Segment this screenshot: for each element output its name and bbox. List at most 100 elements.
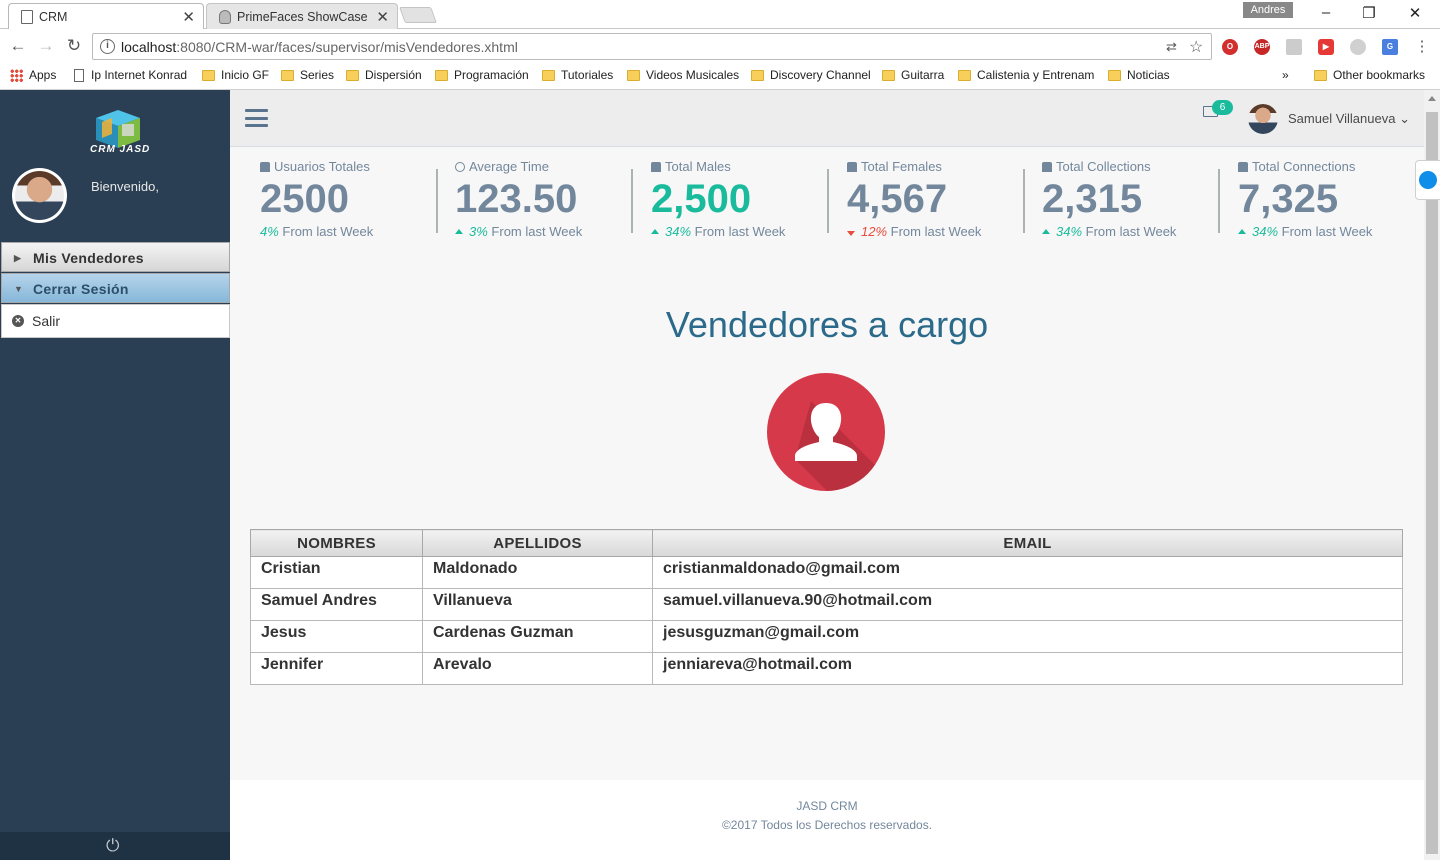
star-icon[interactable]: ☆ [1189, 37, 1203, 57]
profile-badge[interactable]: Andres [1243, 2, 1293, 18]
folder-icon [202, 69, 215, 81]
window-close-icon[interactable]: ✕ [1405, 4, 1425, 22]
stat-value: 4,567 [847, 177, 948, 221]
power-icon[interactable]: ⏻ [106, 836, 119, 856]
stat-value: 2,500 [651, 177, 752, 221]
browser-tab-primefaces[interactable]: PrimeFaces ShowCase ✕ [206, 3, 398, 30]
page-footer: JASD CRM ©2017 Todos los Derechos reserv… [230, 780, 1424, 860]
bookmark-item[interactable]: Noticias [1108, 68, 1170, 82]
opera-extension-icon[interactable]: O [1222, 39, 1238, 55]
cell-nombre: Jennifer [250, 652, 423, 685]
bookmark-item[interactable]: Calistenia y Entrenam [958, 68, 1096, 82]
menu-mis-vendedores[interactable]: ▶ Mis Vendedores [1, 242, 230, 272]
adblock-extension-icon[interactable]: ABP [1254, 39, 1270, 55]
divider [827, 169, 829, 233]
stat-value: 7,325 [1238, 177, 1339, 221]
stat-value: 2,315 [1042, 177, 1143, 221]
bookmarks-bar: Apps Ip Internet Konrad Inicio GF Series… [0, 64, 1440, 90]
table-row[interactable]: Jesus Cardenas Guzman jesusguzman@gmail.… [250, 620, 1403, 653]
scroll-up-icon[interactable] [1428, 96, 1436, 101]
page-scrollbar[interactable] [1424, 90, 1440, 860]
stat-total-males: Total Males 2,500 34% From last Week [651, 159, 847, 239]
menu-item-salir[interactable]: ✕ Salir [1, 304, 230, 338]
bookmark-item[interactable]: Guitarra [882, 68, 944, 82]
browser-tab-strip: CRM ✕ PrimeFaces ShowCase ✕ Andres – ❐ ✕ [0, 0, 1440, 30]
address-bar[interactable]: i localhost:8080/CRM-war/faces/superviso… [92, 33, 1212, 60]
cell-apellido: Arevalo [422, 652, 653, 685]
footer-brand: JASD CRM [796, 799, 858, 813]
new-tab-button[interactable] [399, 7, 437, 23]
browser-tab-crm[interactable]: CRM ✕ [8, 3, 204, 30]
top-nav: 6 Samuel Villanueva ⌄ [230, 90, 1424, 147]
restore-icon[interactable]: ❐ [1359, 4, 1379, 22]
table-row[interactable]: Samuel Andres Villanueva samuel.villanue… [250, 588, 1403, 621]
reload-icon[interactable]: ↻ [64, 36, 84, 56]
bookmark-item[interactable]: Dispersión [346, 68, 422, 82]
cell-email: cristianmaldonado@gmail.com [652, 556, 1403, 589]
google-translate-icon[interactable]: G [1382, 39, 1398, 55]
extension-icon[interactable] [1286, 39, 1302, 55]
vendedores-table: NOMBRES APELLIDOS EMAIL Cristian Maldona… [250, 529, 1403, 685]
user-menu[interactable]: Samuel Villanueva ⌄ [1288, 111, 1410, 127]
notification-badge[interactable]: 6 [1212, 100, 1233, 115]
bookmark-item[interactable]: Programación [435, 68, 529, 82]
stat-average-time: Average Time 123.50 3% From last Week [455, 159, 651, 239]
bookmark-item[interactable]: Discovery Channel [751, 68, 871, 82]
column-header-nombres[interactable]: NOMBRES [250, 529, 423, 557]
tab-title: CRM [39, 10, 68, 24]
stat-change: 3% [469, 224, 488, 239]
bookmark-item[interactable]: Tutoriales [542, 68, 613, 82]
stat-change: 4% [260, 224, 279, 239]
column-header-email[interactable]: EMAIL [652, 529, 1403, 557]
folder-icon [1314, 69, 1327, 81]
stat-value: 123.50 [455, 177, 578, 221]
translate-icon[interactable]: ⇄ [1166, 39, 1177, 55]
close-circle-icon: ✕ [12, 315, 24, 327]
arrow-up-icon [455, 229, 463, 234]
other-bookmarks[interactable]: Other bookmarks [1314, 68, 1425, 82]
user-icon [1042, 162, 1052, 172]
cell-apellido: Cardenas Guzman [422, 620, 653, 653]
minimize-icon[interactable]: – [1316, 4, 1336, 21]
user-avatar[interactable] [1248, 104, 1278, 134]
bookmark-item[interactable]: Videos Musicales [627, 68, 739, 82]
menu-cerrar-sesion[interactable]: ▼ Cerrar Sesión [1, 273, 230, 303]
column-header-apellidos[interactable]: APELLIDOS [422, 529, 653, 557]
folder-icon [627, 69, 640, 81]
folder-icon [542, 69, 555, 81]
bookmark-apps[interactable]: Apps [10, 68, 56, 82]
table-row[interactable]: Jennifer Arevalo jenniareva@hotmail.com [250, 652, 1403, 685]
bookmark-item[interactable]: Inicio GF [202, 68, 269, 82]
folder-icon [958, 69, 971, 81]
info-icon[interactable]: i [100, 39, 115, 54]
hamburger-menu-icon[interactable] [245, 109, 268, 127]
cell-email: samuel.villanueva.90@hotmail.com [652, 588, 1403, 621]
video-extension-icon[interactable]: ▶ [1318, 39, 1334, 55]
extension-gray-icon[interactable] [1350, 39, 1366, 55]
close-icon[interactable]: ✕ [182, 8, 195, 26]
bookmark-item[interactable]: Series [281, 68, 334, 82]
arrow-up-icon [1042, 229, 1050, 234]
logo-text: CRM JASD [90, 144, 151, 155]
cell-email: jesusguzman@gmail.com [652, 620, 1403, 653]
stat-change: 34% [1056, 224, 1083, 239]
stat-total-females: Total Females 4,567 12% From last Week [847, 159, 1043, 239]
stat-change: 12% [861, 224, 888, 239]
forward-icon[interactable]: → [36, 36, 56, 56]
divider [436, 169, 438, 233]
welcome-text: Bienvenido, [91, 179, 159, 194]
stat-change: 34% [665, 224, 692, 239]
apps-icon [10, 68, 23, 82]
clock-icon [455, 162, 465, 172]
bookmarks-overflow-button[interactable]: » [1282, 68, 1289, 82]
stat-value: 2500 [260, 177, 349, 221]
scroll-thumb[interactable] [1426, 112, 1438, 854]
teamviewer-widget[interactable] [1415, 160, 1440, 200]
table-row[interactable]: Cristian Maldonado cristianmaldonado@gma… [250, 556, 1403, 589]
close-icon[interactable]: ✕ [376, 8, 389, 26]
chrome-menu-icon[interactable]: ⋮ [1412, 37, 1432, 55]
sidebar-footer: ⏻ [0, 832, 230, 860]
bookmark-item[interactable]: Ip Internet Konrad [74, 68, 187, 82]
back-icon[interactable]: ← [8, 36, 28, 56]
page-icon [21, 10, 33, 24]
